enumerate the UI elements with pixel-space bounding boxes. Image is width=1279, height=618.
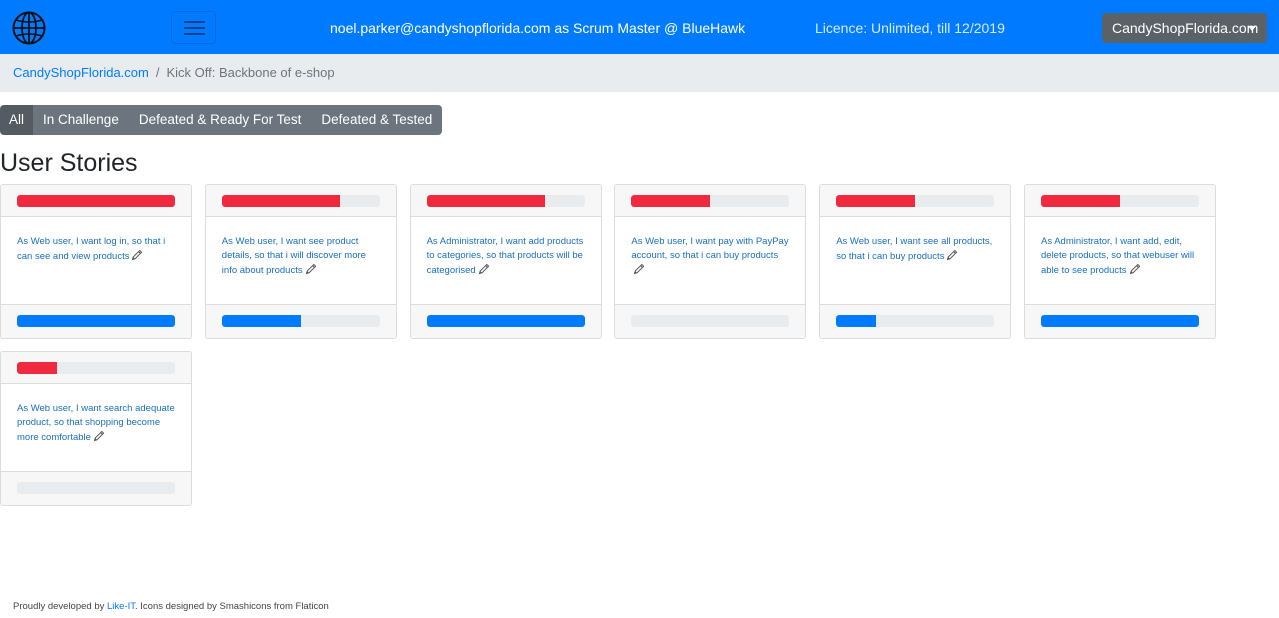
card-footer xyxy=(615,304,806,338)
card-footer xyxy=(1,304,191,338)
card-header xyxy=(1,185,191,217)
challenge-progress-bar xyxy=(17,362,175,374)
card-header xyxy=(615,185,806,217)
organization-dropdown-button[interactable]: CandyShopFlorida.com xyxy=(1102,13,1267,43)
card-header xyxy=(1,352,191,384)
card-header xyxy=(410,185,601,217)
challenge-progress-fill xyxy=(426,195,546,207)
card-header xyxy=(1025,185,1215,217)
test-progress-bar xyxy=(221,315,380,327)
user-story-card[interactable]: As Web user, I want log in, so that i ca… xyxy=(0,184,192,339)
card-footer xyxy=(1025,304,1215,338)
challenge-progress-bar xyxy=(1041,195,1199,207)
filter-defeated-tested-button[interactable]: Defeated & Tested xyxy=(311,105,443,135)
challenge-progress-fill xyxy=(17,362,57,374)
test-progress-bar xyxy=(1041,315,1199,327)
top-navbar: noel.parker@candyshopflorida.com as Scru… xyxy=(0,0,1279,54)
footer-suffix: . Icons designed by Smashicons from Flat… xyxy=(135,601,329,612)
challenge-progress-bar xyxy=(221,195,380,207)
caret-down-icon xyxy=(1248,26,1256,31)
user-story-card[interactable]: As Web user, I want pay with PayPay acco… xyxy=(614,184,807,339)
story-text: As Administrator, I want add, edit, dele… xyxy=(1041,236,1195,276)
pencil-edit-icon[interactable] xyxy=(478,263,490,275)
hamburger-icon xyxy=(184,21,205,23)
story-text: As Web user, I want see all products, so… xyxy=(836,236,993,262)
test-progress-bar xyxy=(836,315,995,327)
current-user-text: noel.parker@candyshopflorida.com as Scru… xyxy=(330,20,746,36)
filter-defeated-ready-for-test-button[interactable]: Defeated & Ready For Test xyxy=(128,105,312,135)
footer-developer-link[interactable]: Like-IT xyxy=(107,601,135,612)
breadcrumb: CandyShopFlorida.com / Kick Off: Backbone … xyxy=(0,54,1279,92)
story-text-link[interactable]: As Web user, I want log in, so that i ca… xyxy=(17,235,177,264)
test-progress-fill xyxy=(1041,315,1199,327)
licence-text: Licence: Unlimited, till 12/2019 xyxy=(815,20,1005,36)
challenge-progress-fill xyxy=(631,195,711,207)
footer-prefix: Proudly developed by xyxy=(13,601,108,612)
menu-toggle-button[interactable] xyxy=(171,11,216,44)
story-text-link[interactable]: As Administrator, I want add, edit, dele… xyxy=(1041,235,1201,278)
card-footer xyxy=(205,304,396,338)
story-text-link[interactable]: As Administrator, I want add products to… xyxy=(427,235,587,278)
globe-icon[interactable] xyxy=(12,11,46,45)
card-header xyxy=(205,185,396,217)
filter-in-challenge-button[interactable]: In Challenge xyxy=(33,105,129,135)
story-text-link[interactable]: As Web user, I want see all products, so… xyxy=(836,235,996,264)
story-text: As Web user, I want pay with PayPay acco… xyxy=(631,236,789,261)
story-text: As Web user, I want see product details,… xyxy=(221,236,366,276)
card-footer xyxy=(1,471,191,505)
challenge-progress-fill xyxy=(1041,195,1120,207)
pencil-edit-icon[interactable] xyxy=(633,263,645,275)
pencil-edit-icon[interactable] xyxy=(131,249,143,261)
challenge-progress-bar xyxy=(426,195,585,207)
story-text-link[interactable]: As Web user, I want search adequate prod… xyxy=(17,402,177,445)
test-progress-bar xyxy=(17,482,175,494)
challenge-progress-bar xyxy=(836,195,995,207)
page-title: User Stories xyxy=(0,149,138,177)
pencil-edit-icon[interactable] xyxy=(946,249,958,261)
user-story-card[interactable]: As Web user, I want see product details,… xyxy=(204,184,397,339)
story-filter-group: All In Challenge Defeated & Ready For Te… xyxy=(0,105,443,135)
breadcrumb-separator: / xyxy=(155,65,160,80)
test-progress-bar xyxy=(17,315,175,327)
pencil-edit-icon[interactable] xyxy=(305,263,317,275)
breadcrumb-home-link[interactable]: CandyShopFlorida.com xyxy=(13,65,149,80)
user-story-card[interactable]: As Web user, I want see all products, so… xyxy=(819,184,1012,339)
story-text-link[interactable]: As Web user, I want see product details,… xyxy=(222,235,382,278)
challenge-progress-fill xyxy=(836,195,916,207)
challenge-progress-fill xyxy=(221,195,341,207)
card-footer xyxy=(410,304,601,338)
user-story-card[interactable]: As Administrator, I want add products to… xyxy=(409,184,602,339)
test-progress-fill xyxy=(426,315,585,327)
user-story-card[interactable]: As Administrator, I want add, edit, dele… xyxy=(1024,184,1216,339)
organization-dropdown-label: CandyShopFlorida.com xyxy=(1112,20,1259,36)
card-footer xyxy=(820,304,1011,338)
test-progress-bar xyxy=(426,315,585,327)
footer: Proudly developed by Like-IT. Icons desi… xyxy=(13,601,329,612)
challenge-progress-bar xyxy=(17,195,175,207)
filter-all-button[interactable]: All xyxy=(0,105,34,135)
challenge-progress-fill xyxy=(17,195,175,207)
story-text-link[interactable]: As Web user, I want pay with PayPay acco… xyxy=(631,235,791,278)
story-text: As Administrator, I want add products to… xyxy=(426,236,584,276)
breadcrumb-current: Kick Off: Backbone of e-shop xyxy=(166,65,335,80)
test-progress-fill xyxy=(836,315,876,327)
card-header xyxy=(820,185,1011,217)
test-progress-fill xyxy=(221,315,301,327)
user-story-card[interactable]: As Web user, I want search adequate prod… xyxy=(0,351,192,506)
pencil-edit-icon[interactable] xyxy=(93,430,105,442)
test-progress-bar xyxy=(631,315,790,327)
challenge-progress-bar xyxy=(631,195,790,207)
test-progress-fill xyxy=(17,315,175,327)
pencil-edit-icon[interactable] xyxy=(1129,263,1141,275)
